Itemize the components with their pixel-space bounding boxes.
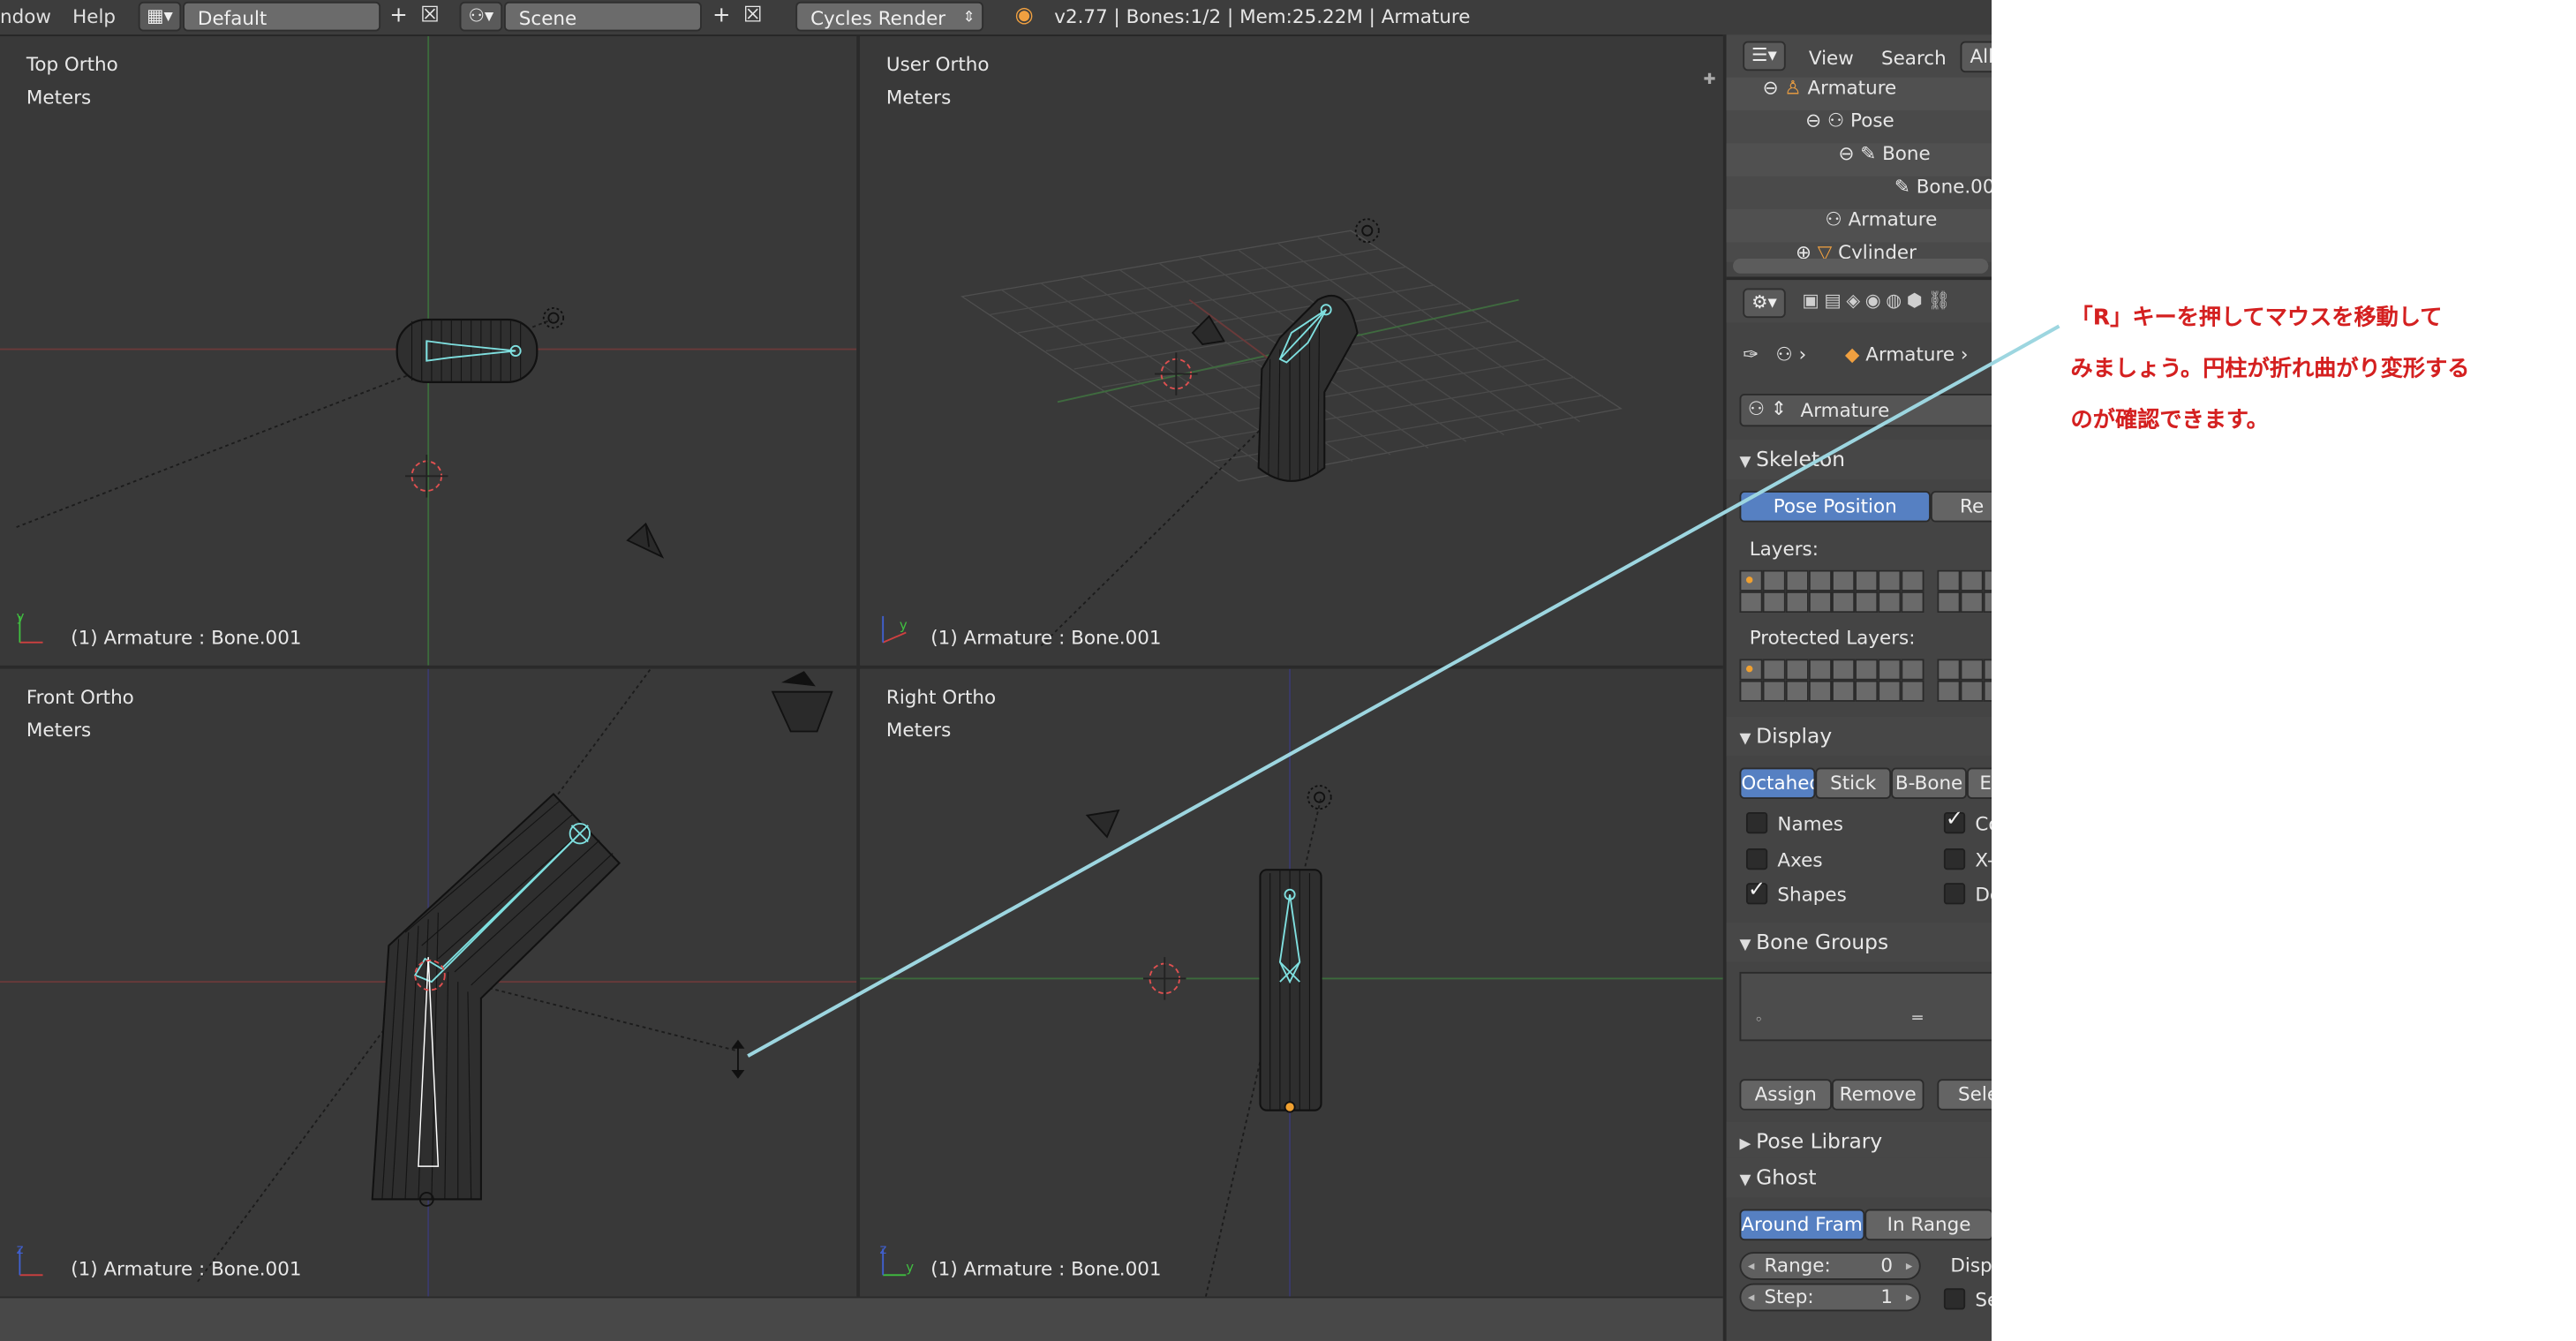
annotation-line-2: みましょう。円柱が折れ曲がり変形する bbox=[2070, 356, 2470, 382]
annotation-pointer bbox=[747, 324, 2060, 1058]
annotation-callout: 「R」キーを押してマウスを移動して みましょう。円柱が折れ曲がり変形する のが確… bbox=[2071, 293, 2565, 447]
annotation-line-3: のが確認できます。 bbox=[2070, 406, 2269, 433]
annotation-line-1: 「R」キーを押してマウスを移動して bbox=[2070, 305, 2443, 332]
